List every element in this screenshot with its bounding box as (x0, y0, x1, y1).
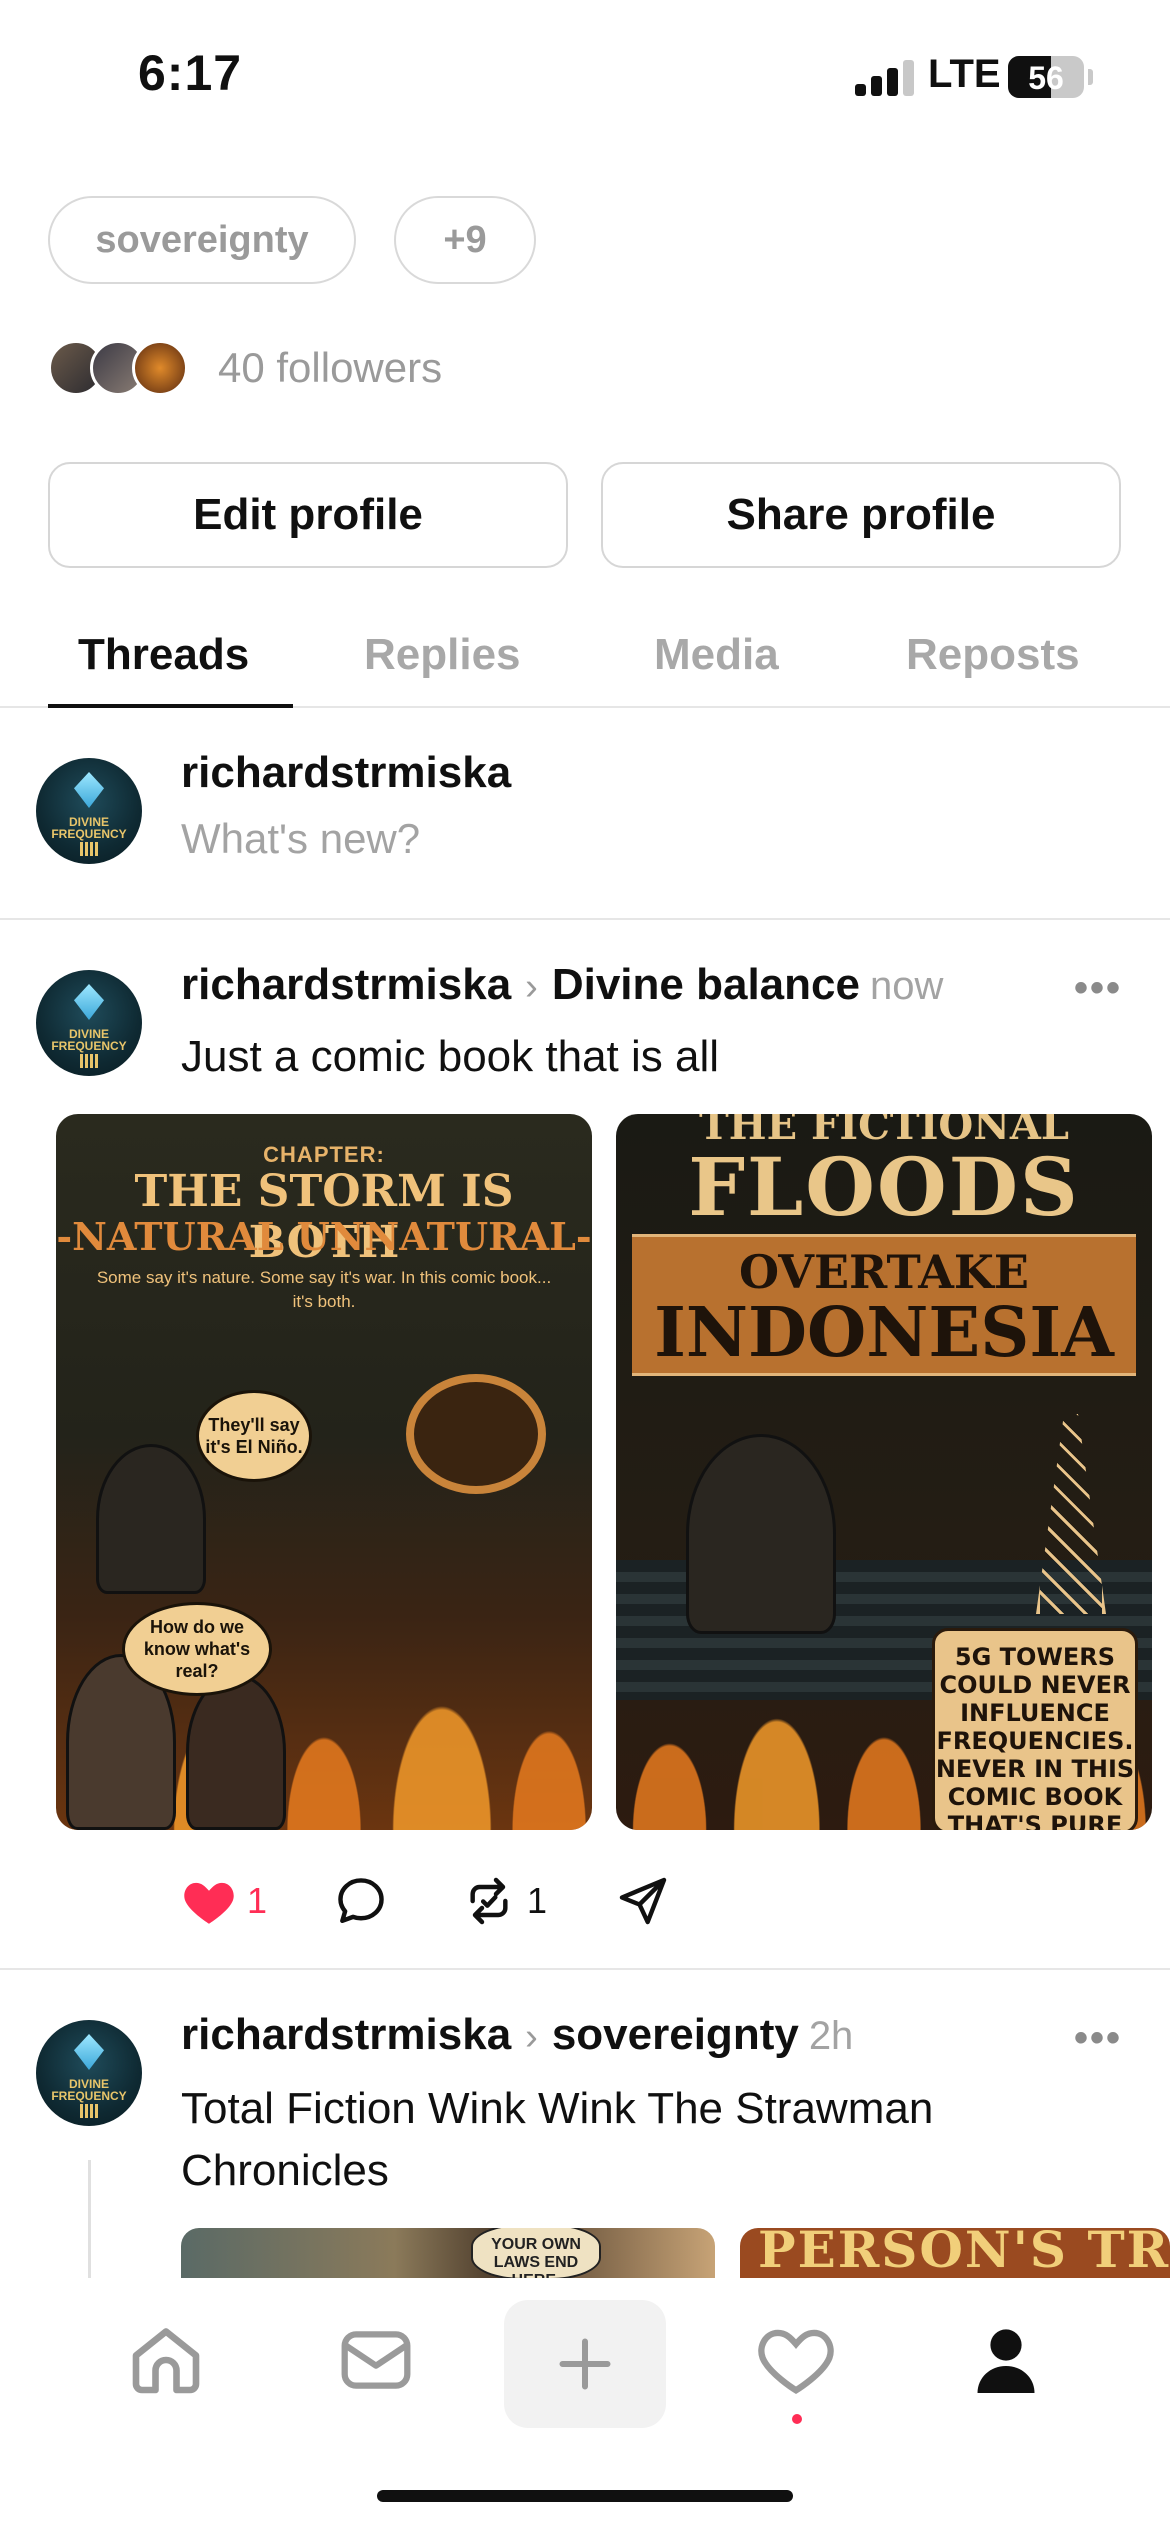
tag-chip-more[interactable]: +9 (394, 196, 536, 284)
tab-threads[interactable]: Threads (78, 630, 249, 680)
avatar[interactable]: DIVINE FREQUENCY (36, 970, 142, 1076)
young-man-illustration (186, 1674, 286, 1830)
diamond-icon (74, 2034, 104, 2070)
home-tab[interactable] (116, 2310, 216, 2410)
comic-title-main: FLOODS (688, 1140, 1080, 1234)
follower-avatar (132, 340, 188, 396)
comment-icon (338, 1878, 384, 1924)
diamond-icon (74, 772, 104, 808)
compose-input[interactable]: What's new? (181, 815, 420, 863)
divider (0, 1968, 1170, 1970)
hooded-figure-illustration (686, 1434, 836, 1634)
active-tab-indicator (48, 704, 293, 708)
avatar[interactable]: DIVINE FREQUENCY (36, 758, 142, 864)
comic-kicker: CHAPTER: (263, 1142, 385, 1167)
battery-percent: 56 (1028, 60, 1064, 96)
post-timestamp: now (869, 964, 944, 1008)
tag-chip-sovereignty[interactable]: sovereignty (48, 196, 356, 284)
comic-subtitle: -NATURAL UNNATURAL- (56, 1214, 592, 1259)
post-topic[interactable]: Divine balance (552, 960, 860, 1010)
battery-tip (1088, 69, 1093, 85)
divider (0, 918, 1170, 920)
compose-username: richardstrmiska (181, 748, 512, 797)
qr-icon (80, 2104, 98, 2118)
signal-icon (855, 60, 915, 96)
post-image-storm-comic[interactable]: CHAPTER: THE STORM IS BOTH -NATURAL UNNA… (56, 1114, 592, 1830)
qr-icon (80, 842, 98, 856)
hooded-figure-illustration (96, 1444, 206, 1594)
post-topic[interactable]: sovereignty (552, 2010, 799, 2060)
chevron-right-icon: › (525, 966, 538, 1008)
reply-button[interactable] (333, 1866, 389, 1936)
diamond-icon (74, 984, 104, 1020)
status-time: 6:17 (138, 45, 243, 101)
share-button[interactable] (615, 1866, 671, 1936)
new-thread-button[interactable] (504, 2300, 666, 2428)
profile-icon (977, 2329, 1035, 2393)
tab-media[interactable]: Media (654, 630, 779, 680)
post-text: Total Fiction Wink Wink The Strawman Chr… (181, 2084, 934, 2195)
heart-icon (758, 2329, 834, 2394)
inbox-icon (341, 2331, 411, 2389)
activity-badge-dot (792, 2414, 802, 2424)
comic-tagline: Some say it's nature. Some say it's war.… (96, 1268, 552, 1311)
followers-count: 40 followers (218, 344, 443, 391)
repost-count: 1 (527, 1880, 548, 1921)
repost-icon (470, 1877, 508, 1925)
speech-bubble: YOUR OWN LAWS END HERE. (471, 2228, 601, 2278)
post-username[interactable]: richardstrmiska (181, 960, 511, 1010)
comic-band-main: INDONESIA (654, 1293, 1114, 1373)
post-image-strawman-comic[interactable]: YOUR OWN LAWS END HERE. (181, 2228, 715, 2278)
tab-reposts[interactable]: Reposts (906, 630, 1080, 680)
comic-band-top: OVERTAKE (739, 1245, 1029, 1299)
profile-tab[interactable] (956, 2310, 1056, 2410)
comic-title: PERSON'S TRI (758, 2228, 1170, 2278)
network-label: LTE (928, 52, 1001, 96)
heart-filled-icon (184, 1882, 234, 1924)
post-actions: 1 1 (181, 1866, 781, 1936)
plus-icon (559, 2338, 611, 2390)
send-icon (619, 1877, 667, 1925)
comic-caption-box: 5G TOWERS COULD NEVER INFLUENCE FREQUENC… (932, 1628, 1138, 1830)
avatar[interactable]: DIVINE FREQUENCY (36, 2020, 142, 2126)
avatar-text: DIVINE FREQUENCY (51, 815, 127, 841)
followers-row[interactable]: 40 followers (48, 338, 442, 398)
home-icon (132, 2328, 200, 2394)
post-image-floods-comic[interactable]: THE FICTIONAL FLOODS OVERTAKE INDONESIA … (616, 1114, 1152, 1830)
profile-tabs: Threads Replies Media Reposts (0, 610, 1170, 708)
comic-title-band: OVERTAKE INDONESIA (632, 1234, 1136, 1376)
status-bar: 6:17 LTE 56 (0, 0, 1170, 150)
post-text: Just a comic book that is all (181, 1032, 720, 1081)
more-options-icon[interactable]: ••• (1074, 966, 1122, 1011)
speech-bubble: How do we know what's real? (122, 1602, 272, 1696)
more-options-icon[interactable]: ••• (1074, 2016, 1122, 2061)
speech-bubble: They'll say it's El Niño. (196, 1390, 312, 1482)
tab-replies[interactable]: Replies (364, 630, 521, 680)
share-profile-button[interactable]: Share profile (601, 462, 1121, 568)
satellite-dish-illustration (406, 1374, 546, 1494)
avatar-text: DIVINE FREQUENCY (51, 1027, 127, 1053)
post-username[interactable]: richardstrmiska (181, 2010, 511, 2060)
inbox-tab[interactable] (326, 2310, 426, 2410)
activity-tab[interactable] (746, 2310, 846, 2410)
post-image-strawman-comic-2[interactable]: PERSON'S TRI (740, 2228, 1170, 2278)
thread-line (88, 2160, 91, 2278)
post-header: richardstrmiska › Divine balance now (181, 960, 943, 1016)
home-indicator (377, 2490, 793, 2502)
edit-profile-button[interactable]: Edit profile (48, 462, 568, 568)
like-count: 1 (247, 1880, 268, 1921)
qr-icon (80, 1054, 98, 1068)
repost-button[interactable]: 1 (461, 1866, 547, 1936)
avatar-text: DIVINE FREQUENCY (51, 2077, 127, 2103)
post-header: richardstrmiska › sovereignty 2h (181, 2010, 853, 2066)
battery-icon: 56 (1008, 56, 1084, 98)
post-timestamp: 2h (808, 2014, 854, 2058)
like-button[interactable]: 1 (181, 1866, 267, 1936)
chevron-right-icon: › (525, 2016, 538, 2058)
